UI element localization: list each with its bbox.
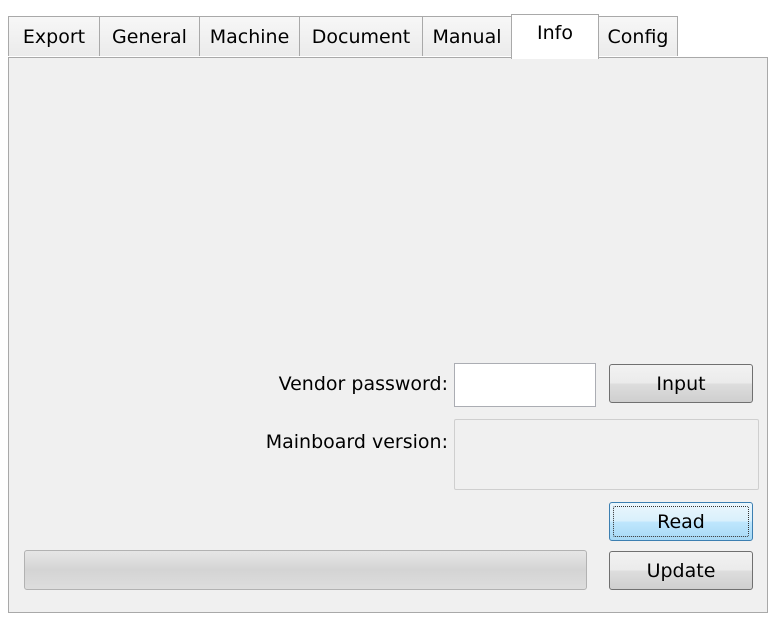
tab-export[interactable]: Export	[8, 16, 100, 56]
tab-label: Config	[607, 25, 669, 48]
read-button[interactable]: Read	[609, 502, 753, 541]
tab-label: Manual	[432, 25, 502, 48]
tab-label: Export	[22, 25, 86, 48]
tab-document[interactable]: Document	[299, 16, 423, 56]
tab-label: Info	[537, 22, 573, 44]
update-button-label: Update	[646, 559, 716, 582]
mainboard-version-label: Mainboard version:	[265, 431, 448, 453]
tab-label: Machine	[209, 25, 290, 48]
input-button[interactable]: Input	[609, 364, 753, 403]
tab-bar: Export General Machine Document Manual I…	[8, 14, 768, 59]
tab-label: General	[112, 25, 187, 48]
tab-config[interactable]: Config	[598, 16, 678, 56]
input-button-label: Input	[656, 372, 706, 395]
tab-label: Document	[311, 25, 411, 48]
read-button-label: Read	[657, 510, 705, 533]
vendor-password-label: Vendor password:	[278, 373, 448, 395]
mainboard-version-field	[454, 419, 759, 490]
info-panel: Vendor password: Input Mainboard version…	[8, 57, 768, 613]
tab-manual[interactable]: Manual	[422, 16, 512, 56]
progress-bar	[24, 550, 587, 590]
vendor-password-input[interactable]	[454, 363, 596, 407]
update-button[interactable]: Update	[609, 551, 753, 590]
tab-general[interactable]: General	[99, 16, 200, 56]
tab-info[interactable]: Info	[511, 14, 599, 59]
tab-machine[interactable]: Machine	[199, 16, 300, 56]
